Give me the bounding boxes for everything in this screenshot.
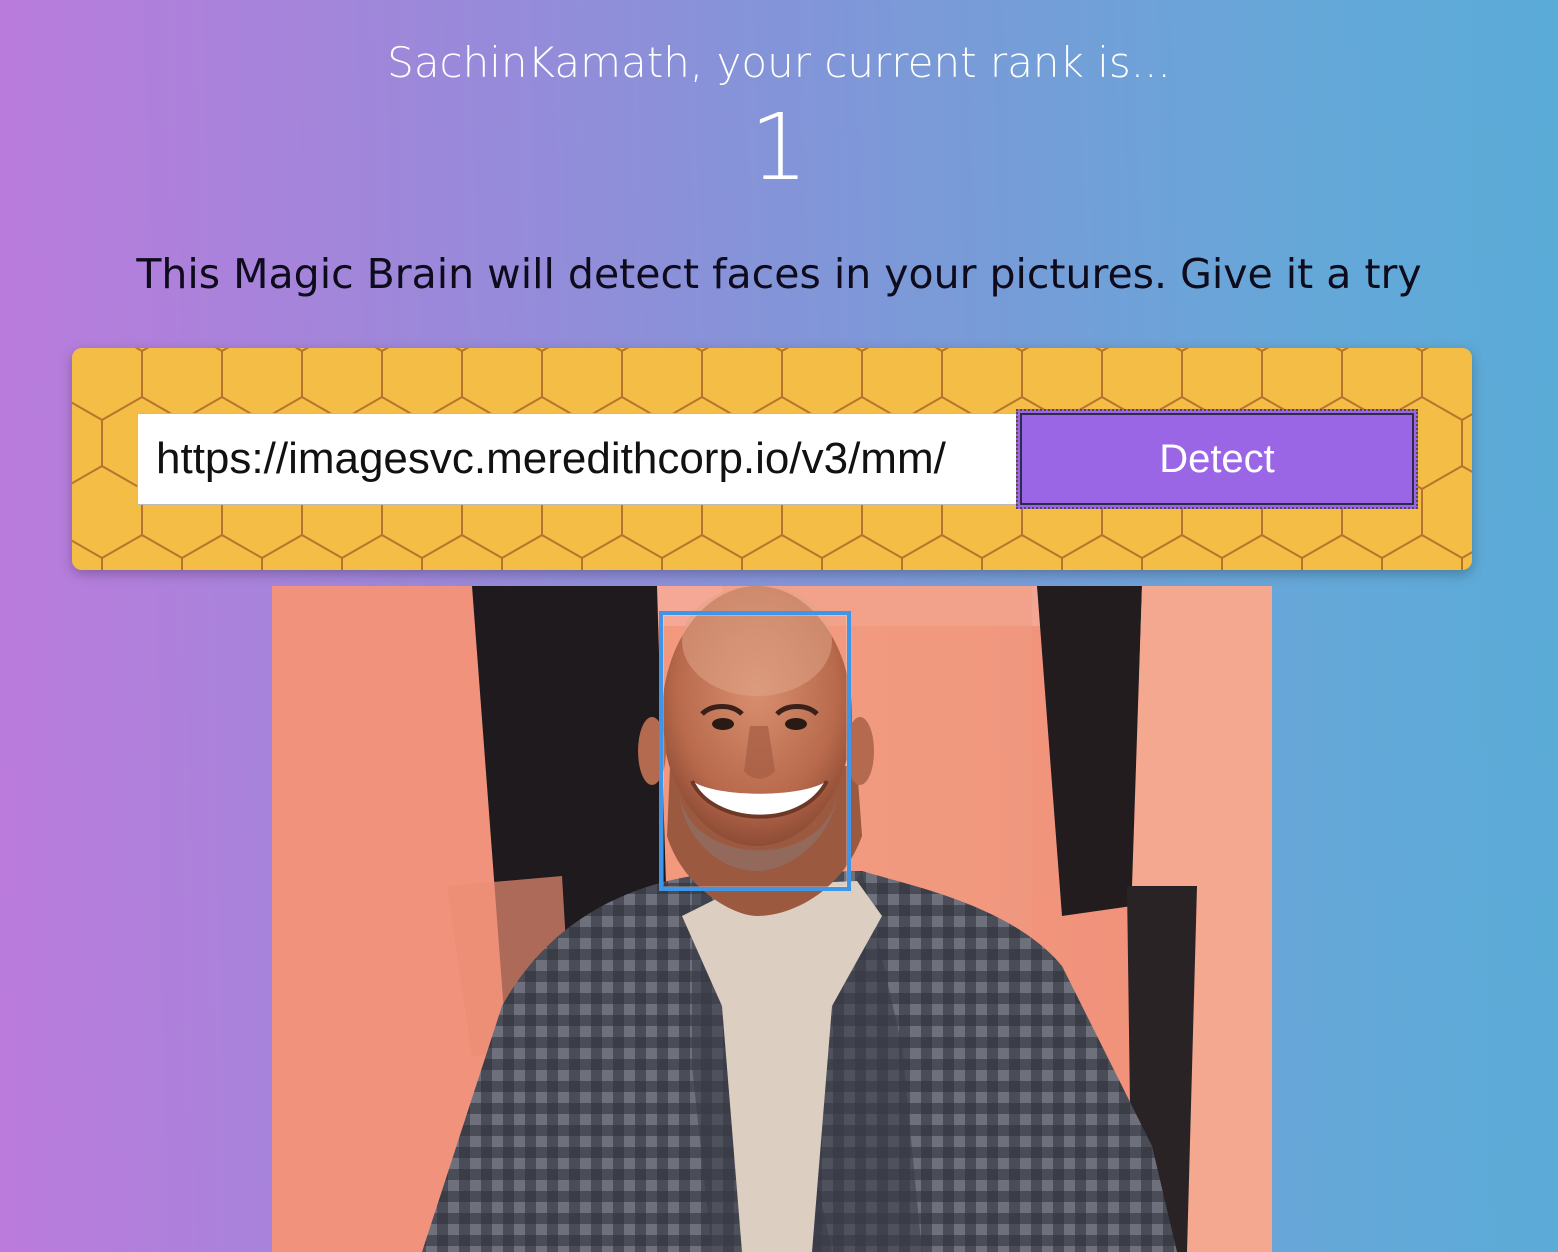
face-bounding-box	[659, 611, 851, 891]
app-tagline: This Magic Brain will detect faces in yo…	[136, 250, 1422, 298]
rank-value: 1	[749, 94, 809, 201]
image-url-input[interactable]	[137, 413, 1017, 505]
rank-greeting: SachinKamath, your current rank is...	[387, 38, 1171, 87]
detect-button[interactable]: Detect	[1016, 409, 1418, 509]
